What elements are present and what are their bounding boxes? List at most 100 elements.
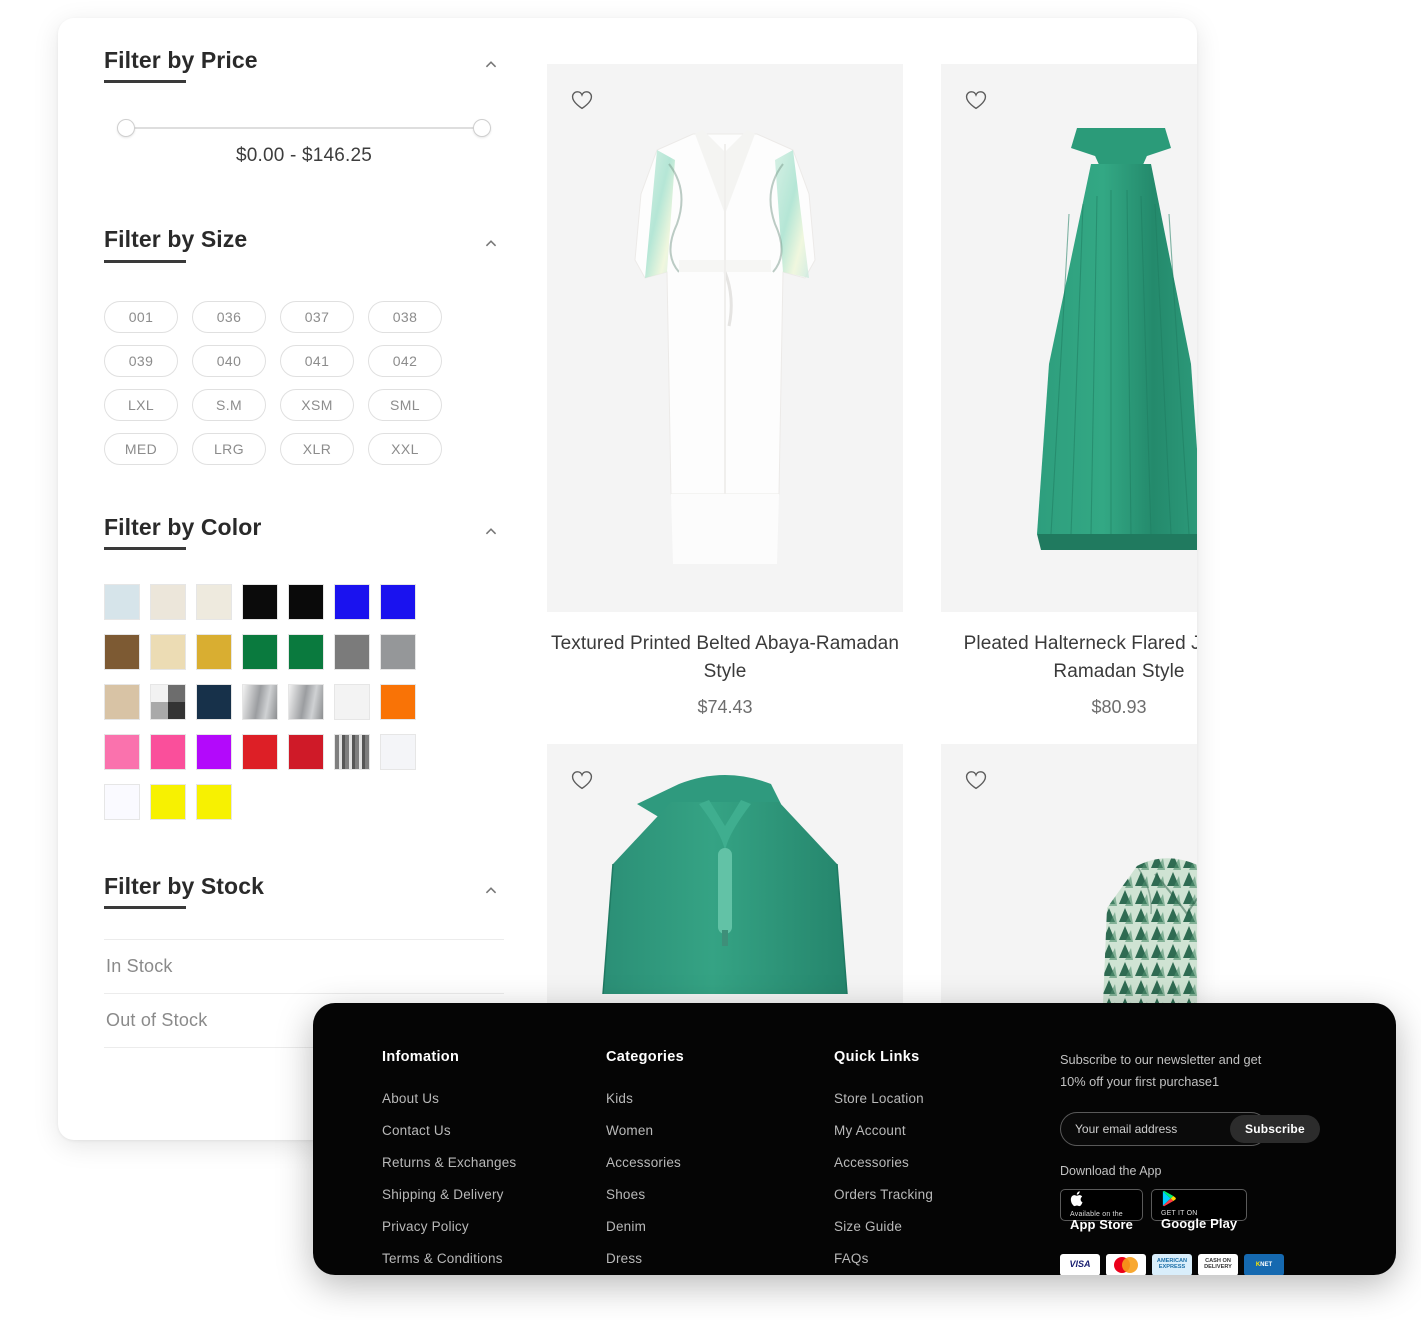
price-slider-max-handle[interactable] xyxy=(473,119,491,138)
color-swatch-black-2[interactable] xyxy=(288,583,324,620)
color-swatch-blue[interactable] xyxy=(334,583,370,620)
color-swatch-gold[interactable] xyxy=(196,633,232,670)
product-card[interactable]: Textured Printed Belted Abaya-Ramadan St… xyxy=(547,64,903,718)
heart-outline-icon[interactable] xyxy=(571,90,593,110)
footer-link[interactable]: Shoes xyxy=(606,1187,834,1202)
color-swatch-off-white[interactable] xyxy=(380,733,416,770)
chevron-up-icon[interactable] xyxy=(480,233,502,255)
color-swatch-orange[interactable] xyxy=(380,683,416,720)
filter-size-header[interactable]: Filter by Size xyxy=(104,227,504,263)
app-store-badge[interactable]: Available on the App Store xyxy=(1060,1188,1144,1231)
color-swatch-multi-check[interactable] xyxy=(150,683,186,720)
product-image[interactable] xyxy=(941,64,1197,612)
color-swatch-pink[interactable] xyxy=(104,733,140,770)
footer-link[interactable]: Denim xyxy=(606,1219,834,1234)
product-title[interactable]: Pleated Halterneck Flared Jumpsuit-Ramad… xyxy=(941,630,1197,685)
color-swatch-brown[interactable] xyxy=(104,633,140,670)
size-chip[interactable]: 040 xyxy=(192,344,266,377)
size-chip[interactable]: 037 xyxy=(280,300,354,333)
size-chip[interactable]: LRG xyxy=(192,432,266,465)
color-swatch-cream[interactable] xyxy=(150,583,186,620)
color-swatch-magenta[interactable] xyxy=(196,733,232,770)
chevron-up-icon[interactable] xyxy=(480,54,502,76)
size-chip[interactable]: SML xyxy=(368,388,442,421)
mastercard-icon[interactable] xyxy=(1106,1253,1146,1275)
product-card[interactable] xyxy=(941,744,1197,1005)
footer-link[interactable]: Store Location xyxy=(834,1091,1060,1106)
color-swatch-blue-2[interactable] xyxy=(380,583,416,620)
color-swatch-light-blue[interactable] xyxy=(104,583,140,620)
cash-on-delivery-icon[interactable]: CASH ON DELIVERY xyxy=(1198,1253,1238,1275)
footer-link[interactable]: Contact Us xyxy=(382,1123,606,1138)
heart-outline-icon[interactable] xyxy=(965,770,987,790)
footer-link[interactable]: Terms & Conditions xyxy=(382,1251,606,1266)
google-play-badge[interactable]: GET IT ON Google Play xyxy=(1151,1188,1248,1230)
product-image[interactable] xyxy=(547,64,903,612)
color-swatch-green-2[interactable] xyxy=(288,633,324,670)
email-field[interactable] xyxy=(1075,1121,1230,1136)
color-swatch-silver[interactable] xyxy=(242,683,278,720)
subscribe-button[interactable]: Subscribe xyxy=(1230,1114,1320,1143)
price-slider-track[interactable] xyxy=(117,119,491,138)
color-swatch-beige[interactable] xyxy=(150,633,186,670)
color-swatch-yellow-2[interactable] xyxy=(196,783,232,820)
heart-outline-icon[interactable] xyxy=(965,90,987,110)
product-card[interactable] xyxy=(547,744,903,1005)
color-swatch-navy[interactable] xyxy=(196,683,232,720)
color-swatch-grey[interactable] xyxy=(334,633,370,670)
color-swatch-black[interactable] xyxy=(242,583,278,620)
filter-stock-header[interactable]: Filter by Stock xyxy=(104,873,504,910)
color-swatch-yellow[interactable] xyxy=(150,783,186,820)
color-swatch-silver-2[interactable] xyxy=(288,683,324,720)
footer-link[interactable]: Size Guide xyxy=(834,1219,1060,1234)
stock-option[interactable]: In Stock xyxy=(104,939,504,995)
size-chip[interactable]: 042 xyxy=(368,344,442,377)
size-chip[interactable]: LXL xyxy=(104,388,178,421)
color-swatch-silver-stripe[interactable] xyxy=(334,733,370,770)
footer-link[interactable]: Returns & Exchanges xyxy=(382,1155,606,1170)
color-swatch-red[interactable] xyxy=(242,733,278,770)
color-swatch-red-2[interactable] xyxy=(288,733,324,770)
color-swatch-green[interactable] xyxy=(242,633,278,670)
color-swatch-white-2[interactable] xyxy=(104,783,140,820)
size-chip[interactable]: S.M xyxy=(192,388,266,421)
footer-link[interactable]: My Account xyxy=(834,1123,1060,1138)
price-slider-min-handle[interactable] xyxy=(117,119,135,138)
color-swatch-tan[interactable] xyxy=(104,683,140,720)
filter-price-header[interactable]: Filter by Price xyxy=(104,47,504,84)
footer-link[interactable]: Accessories xyxy=(834,1155,1060,1170)
price-slider[interactable]: $0.00 - $146.25 xyxy=(104,119,504,167)
knet-icon[interactable]: K NET xyxy=(1244,1253,1284,1275)
size-chip[interactable]: 001 xyxy=(104,300,178,333)
product-card[interactable]: Pleated Halterneck Flared Jumpsuit-Ramad… xyxy=(941,64,1197,718)
footer-link[interactable]: Privacy Policy xyxy=(382,1219,606,1234)
product-title[interactable]: Textured Printed Belted Abaya-Ramadan St… xyxy=(547,630,903,685)
amex-icon[interactable]: AMERICAN EXPRESS xyxy=(1152,1253,1192,1275)
size-chip[interactable]: 039 xyxy=(104,344,178,377)
footer-link[interactable]: Accessories xyxy=(606,1155,834,1170)
color-swatch-grey-2[interactable] xyxy=(380,633,416,670)
product-image[interactable] xyxy=(547,744,903,1005)
color-swatch-white[interactable] xyxy=(334,683,370,720)
footer-link[interactable]: Kids xyxy=(606,1091,834,1106)
footer-link[interactable]: Dress xyxy=(606,1251,834,1266)
footer-link[interactable]: Orders Tracking xyxy=(834,1187,1060,1202)
size-chip[interactable]: 038 xyxy=(368,300,442,333)
size-chip[interactable]: XSM xyxy=(280,388,354,421)
footer-link[interactable]: About Us xyxy=(382,1091,606,1106)
color-swatch-ivory[interactable] xyxy=(196,583,232,620)
footer-link[interactable]: Shipping & Delivery xyxy=(382,1187,606,1202)
size-chip[interactable]: MED xyxy=(104,432,178,465)
chevron-up-icon[interactable] xyxy=(480,521,502,543)
size-chip[interactable]: XXL xyxy=(368,432,442,465)
filter-color-header[interactable]: Filter by Color xyxy=(104,514,504,551)
footer-link[interactable]: FAQs xyxy=(834,1251,1060,1266)
size-chip[interactable]: XLR xyxy=(280,432,354,465)
chevron-up-icon[interactable] xyxy=(480,880,502,902)
visa-icon[interactable]: VISA xyxy=(1060,1253,1100,1275)
product-image[interactable] xyxy=(941,744,1197,1005)
color-swatch-hot-pink[interactable] xyxy=(150,733,186,770)
heart-outline-icon[interactable] xyxy=(571,770,593,790)
size-chip[interactable]: 036 xyxy=(192,300,266,333)
size-chip[interactable]: 041 xyxy=(280,344,354,377)
